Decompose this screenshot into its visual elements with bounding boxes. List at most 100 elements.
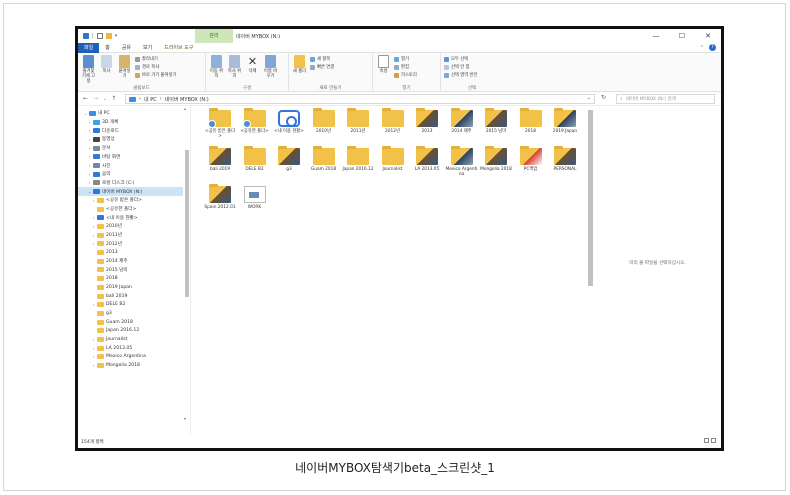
nav-item[interactable]: ⌄ 네이버 MYBOX (N:) <box>78 187 183 196</box>
nav-item[interactable]: › 3D 개체 <box>78 118 183 127</box>
file-item[interactable]: 2010년 <box>309 108 339 134</box>
expand-chevron-icon[interactable]: ⌄ <box>86 189 93 194</box>
select-none-button[interactable]: 선택 안 함 <box>444 64 477 70</box>
nav-item[interactable]: › 다운로드 <box>78 126 183 135</box>
expand-chevron-icon[interactable]: › <box>90 346 97 351</box>
new-folder-quick-icon[interactable] <box>105 33 112 39</box>
nav-item[interactable]: ⌄ 내 PC <box>78 109 183 118</box>
file-item[interactable]: Journalist <box>378 146 408 172</box>
manage-contextual-tab[interactable]: 관리 <box>195 29 233 43</box>
file-item[interactable]: LA 2013.05 <box>412 146 442 172</box>
expand-chevron-icon[interactable]: › <box>86 172 93 177</box>
select-all-button[interactable]: 모두 선택 <box>444 56 477 62</box>
large-icons-view-icon[interactable] <box>711 438 716 443</box>
file-item[interactable]: PERSONAL <box>550 146 580 172</box>
file-item[interactable]: Spain 2012.01 <box>204 184 236 210</box>
expand-chevron-icon[interactable]: › <box>90 215 97 220</box>
recent-locations-chevron-icon[interactable]: ⌄ <box>103 96 106 101</box>
nav-item[interactable]: 2014 제주 <box>78 257 183 266</box>
customize-dropdown-icon[interactable]: ▾ <box>115 33 118 39</box>
up-arrow-icon[interactable]: ↑ <box>111 95 116 102</box>
cut-button[interactable]: 잘라내기 <box>135 56 176 62</box>
file-item[interactable]: WORK <box>240 186 270 210</box>
file-item[interactable]: 2012년 <box>378 108 408 134</box>
nav-item[interactable]: g3 <box>78 309 183 318</box>
expand-chevron-icon[interactable]: › <box>90 233 97 238</box>
expand-chevron-icon[interactable]: › <box>90 224 97 229</box>
address-dropdown-icon[interactable]: ⌄ <box>587 95 591 101</box>
nav-item[interactable]: › 사진 <box>78 161 183 170</box>
file-item[interactable]: DELE B2 <box>240 146 270 172</box>
nav-item[interactable]: › 2011년 <box>78 231 183 240</box>
nav-item[interactable]: Guam 2018 <box>78 318 183 327</box>
file-item[interactable]: g3 <box>274 146 304 172</box>
refresh-icon[interactable]: ↻ <box>601 94 606 101</box>
nav-item[interactable]: 2013 <box>78 248 183 257</box>
nav-item[interactable]: › DELE B2 <box>78 300 183 309</box>
expand-chevron-icon[interactable]: › <box>90 363 97 368</box>
expand-chevron-icon[interactable]: › <box>90 241 97 246</box>
expand-chevron-icon[interactable]: ⌄ <box>82 111 89 116</box>
file-item[interactable]: Japan 2016.12 <box>342 146 374 172</box>
collapse-ribbon-icon[interactable]: ⌃ <box>700 45 704 51</box>
nav-item[interactable]: › Mexico Argentina <box>78 353 183 362</box>
expand-chevron-icon[interactable]: › <box>86 180 93 185</box>
file-item[interactable]: <내 이용 현황> <box>274 110 304 134</box>
back-arrow-icon[interactable]: ← <box>83 95 88 102</box>
minimize-button[interactable]: — <box>643 29 669 43</box>
file-item[interactable]: 2011년 <box>343 108 373 134</box>
expand-chevron-icon[interactable]: › <box>86 154 93 159</box>
file-item[interactable]: Mexico Argentina <box>446 146 477 177</box>
copy-path-button[interactable]: 경로 복사 <box>135 64 176 70</box>
nav-item[interactable]: › 2012년 <box>78 240 183 249</box>
nav-item[interactable]: › Journalist <box>78 335 183 344</box>
nav-item[interactable]: › 동영상 <box>78 135 183 144</box>
nav-item[interactable]: 2018 <box>78 274 183 283</box>
paste-shortcut-button[interactable]: 바로 가기 붙여넣기 <box>135 72 176 78</box>
close-button[interactable]: ✕ <box>695 29 721 43</box>
tab-drive-tools[interactable]: 드라이브 도구 <box>158 43 199 53</box>
expand-chevron-icon[interactable]: › <box>86 120 93 125</box>
nav-scrollbar[interactable]: ▴ ▾ <box>184 106 190 424</box>
details-view-icon[interactable] <box>704 438 709 443</box>
file-item[interactable]: 2018 <box>516 108 546 134</box>
nav-item[interactable]: <공유한 폴더> <box>78 205 183 214</box>
file-item[interactable]: 2015 남미 <box>481 108 511 134</box>
breadcrumb-this-pc[interactable]: 내 PC <box>144 96 157 103</box>
file-scroll-thumb[interactable] <box>588 110 593 286</box>
nav-item[interactable]: › 바탕 화면 <box>78 153 183 162</box>
expand-chevron-icon[interactable]: › <box>90 337 97 342</box>
file-item[interactable]: 2013 <box>412 108 442 134</box>
nav-scroll-thumb[interactable] <box>185 150 189 297</box>
expand-chevron-icon[interactable]: › <box>86 128 93 133</box>
open-button[interactable]: 열기 <box>394 56 417 62</box>
easy-access-button[interactable]: 빠른 연결 <box>310 64 334 70</box>
scroll-down-icon[interactable]: ▾ <box>184 416 186 421</box>
nav-item[interactable]: › 문서 <box>78 144 183 153</box>
invert-selection-button[interactable]: 선택 영역 반전 <box>444 72 477 78</box>
nav-item[interactable]: › <공유 받은 폴더> <box>78 196 183 205</box>
file-item[interactable]: bali 2019 <box>205 146 235 172</box>
expand-chevron-icon[interactable]: › <box>90 354 97 359</box>
tab-home[interactable]: 홈 <box>99 43 116 53</box>
maximize-button[interactable]: ☐ <box>669 29 695 43</box>
nav-item[interactable]: › LA 2013.05 <box>78 344 183 353</box>
expand-chevron-icon[interactable]: › <box>86 163 93 168</box>
nav-item[interactable]: bali 2019 <box>78 292 183 301</box>
scroll-up-icon[interactable]: ▴ <box>184 106 186 111</box>
nav-item[interactable]: › 음악 <box>78 170 183 179</box>
nav-item[interactable]: Japan 2016.12 <box>78 327 183 336</box>
file-item[interactable]: 2019 Japan <box>550 108 580 134</box>
nav-item[interactable]: 2019 Japan <box>78 283 183 292</box>
file-item[interactable]: 2014 제주 <box>447 108 477 134</box>
nav-item[interactable]: › <내 이용 현황> <box>78 213 183 222</box>
file-item[interactable]: <공유 받은 폴더> <box>205 108 235 139</box>
nav-item[interactable]: › 2010년 <box>78 222 183 231</box>
forward-arrow-icon[interactable]: → <box>93 95 98 102</box>
new-item-button[interactable]: 새 항목 <box>310 56 334 62</box>
expand-chevron-icon[interactable]: › <box>86 146 93 151</box>
nav-item[interactable]: › Mongolia 2018 <box>78 361 183 370</box>
expand-chevron-icon[interactable]: › <box>90 302 97 307</box>
file-item[interactable]: Guam 2018 <box>309 146 339 172</box>
nav-item[interactable]: 2015 남미 <box>78 266 183 275</box>
